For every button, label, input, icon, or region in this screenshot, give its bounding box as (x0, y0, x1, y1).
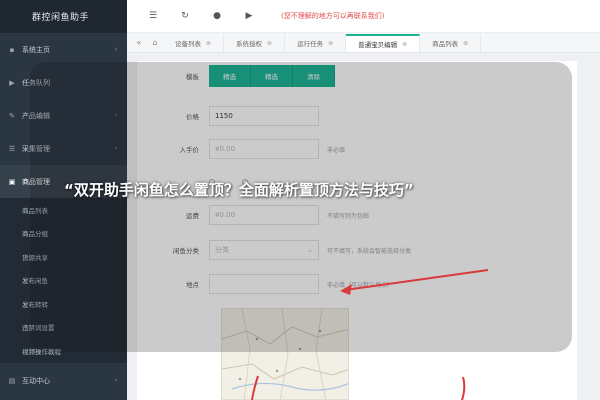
goods-icon: ▣ (8, 177, 16, 186)
menu-toggle-button[interactable]: ☰ (141, 0, 165, 33)
tab-label: 运行任务 (297, 40, 324, 48)
notice-text: (您不理解的地方可以再联系我们) (281, 12, 385, 20)
tab-running-tasks[interactable]: 运行任务 ⊗ (285, 34, 347, 52)
collect-icon: ☰ (8, 144, 16, 153)
tab-bar: « ⌂ 设备列表 ⊗ 系统授权 ⊗ 运行任务 ⊗ 普通宝贝编辑 ⊗ 商品列表 ⊗ (127, 33, 600, 53)
close-icon[interactable]: ⊗ (402, 41, 407, 48)
edit-icon: ✎ (9, 111, 15, 120)
app-title: 群控闲鱼助手 (0, 0, 127, 33)
play-icon: ▶ (245, 11, 253, 21)
home-icon: ⌂ (152, 37, 158, 47)
tab-system-auth[interactable]: 系统授权 ⊗ (224, 34, 286, 52)
play-icon: ▶ (9, 78, 15, 87)
tab-label: 普通宝贝编辑 (358, 41, 398, 49)
tab-scroll-left-button[interactable]: « (131, 32, 147, 52)
tab-item-edit[interactable]: 普通宝贝编辑 ⊗ (346, 34, 421, 52)
close-icon[interactable]: ⊗ (206, 40, 211, 47)
tab-device-list[interactable]: 设备列表 ⊗ (163, 34, 225, 52)
sidebar-item-interact[interactable]: ▤ 互动中心 ‹ (0, 364, 127, 397)
menu-icon: ☰ (148, 11, 158, 21)
tab-goods-list[interactable]: 商品列表 ⊗ (420, 34, 482, 52)
sidebar-item-label: 互动中心 (22, 376, 50, 385)
refresh-button[interactable]: ↻ (173, 0, 197, 33)
double-chevron-left-icon: « (136, 37, 142, 47)
refresh-icon: ↻ (181, 11, 189, 21)
shop-button[interactable]: ● (205, 0, 229, 33)
home-icon: ▪ (9, 45, 15, 54)
close-icon[interactable]: ⊗ (463, 40, 468, 47)
play-button[interactable]: ▶ (237, 0, 261, 33)
home-tab-button[interactable]: ⌂ (147, 32, 163, 52)
headline-text: “双开助手闲鱼怎么置顶？全面解析置顶方法与技巧” (64, 181, 414, 199)
close-icon[interactable]: ⊗ (328, 40, 333, 47)
shop-icon: ● (213, 11, 221, 21)
dim-overlay (30, 62, 572, 352)
sidebar-item-label: 系统主页 (22, 45, 50, 54)
tab-label: 设备列表 (175, 40, 201, 48)
close-icon[interactable]: ⊗ (267, 40, 272, 47)
tab-label: 商品列表 (432, 40, 459, 48)
top-toolbar: ☰ ↻ ● ▶ (您不理解的地方可以再联系我们) (127, 0, 600, 33)
chevron-left-icon: ‹ (114, 377, 117, 384)
tab-label: 系统授权 (236, 40, 263, 48)
interact-icon: ▤ (8, 376, 16, 385)
chevron-left-icon: ‹ (114, 46, 117, 53)
